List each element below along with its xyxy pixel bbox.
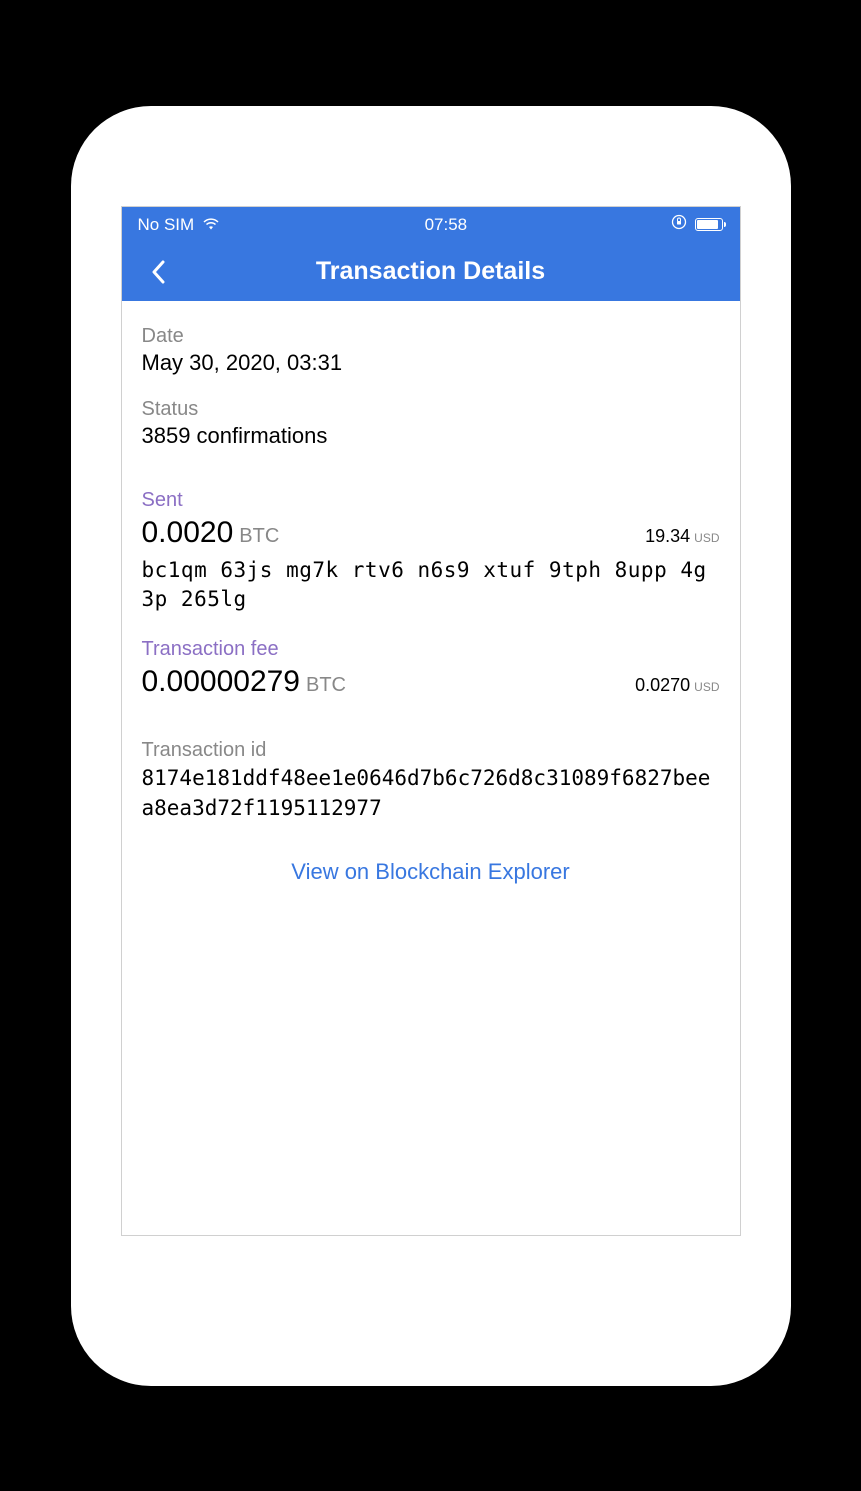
sent-address[interactable]: bc1qm 63js mg7k rtv6 n6s9 xtuf 9tph 8upp… [142,556,720,615]
nav-bar: Transaction Details [122,243,740,301]
date-value: May 30, 2020, 03:31 [142,350,720,376]
txid-value[interactable]: 8174e181ddf48ee1e0646d7b6c726d8c31089f68… [142,764,720,823]
wifi-icon [202,215,220,235]
status-value: 3859 confirmations [142,423,720,449]
fee-field: Transaction fee 0.00000279 BTC 0.0270 US… [142,638,720,699]
fee-amount-row: 0.00000279 BTC 0.0270 USD [142,665,720,699]
fee-label: Transaction fee [142,638,720,661]
status-field: Status 3859 confirmations [142,398,720,449]
carrier-label: No SIM [138,215,195,235]
status-label: Status [142,398,720,421]
phone-frame: No SIM 07:58 [71,106,791,1386]
date-label: Date [142,325,720,348]
sent-amount-row: 0.0020 BTC 19.34 USD [142,516,720,550]
status-bar-time: 07:58 [425,215,468,235]
status-bar-right [671,214,723,235]
sent-field: Sent 0.0020 BTC 19.34 USD bc1qm 63js mg7… [142,489,720,615]
sent-fiat: 19.34 USD [645,526,719,547]
fee-fiat-value: 0.0270 [635,675,690,696]
fee-amount-value: 0.00000279 [142,665,301,699]
orientation-lock-icon [671,214,687,235]
sent-label: Sent [142,489,720,512]
status-bar: No SIM 07:58 [122,207,740,243]
fee-fiat: 0.0270 USD [635,675,719,696]
explorer-link[interactable]: View on Blockchain Explorer [142,859,720,885]
screen: No SIM 07:58 [121,206,741,1236]
sent-amount-value: 0.0020 [142,516,234,550]
txid-field: Transaction id 8174e181ddf48ee1e0646d7b6… [142,739,720,823]
page-title: Transaction Details [122,257,740,286]
chevron-left-icon [151,260,165,284]
fee-fiat-unit: USD [694,680,719,694]
txid-label: Transaction id [142,739,720,762]
fee-amount-primary: 0.00000279 BTC [142,665,347,699]
sent-amount-unit: BTC [239,525,279,548]
sent-fiat-value: 19.34 [645,526,690,547]
sent-amount-primary: 0.0020 BTC [142,516,280,550]
content-area: Date May 30, 2020, 03:31 Status 3859 con… [122,301,740,1235]
fee-amount-unit: BTC [306,674,346,697]
battery-icon [695,218,723,231]
sent-fiat-unit: USD [694,531,719,545]
back-button[interactable] [138,252,178,292]
status-bar-left: No SIM [138,215,221,235]
date-field: Date May 30, 2020, 03:31 [142,325,720,376]
